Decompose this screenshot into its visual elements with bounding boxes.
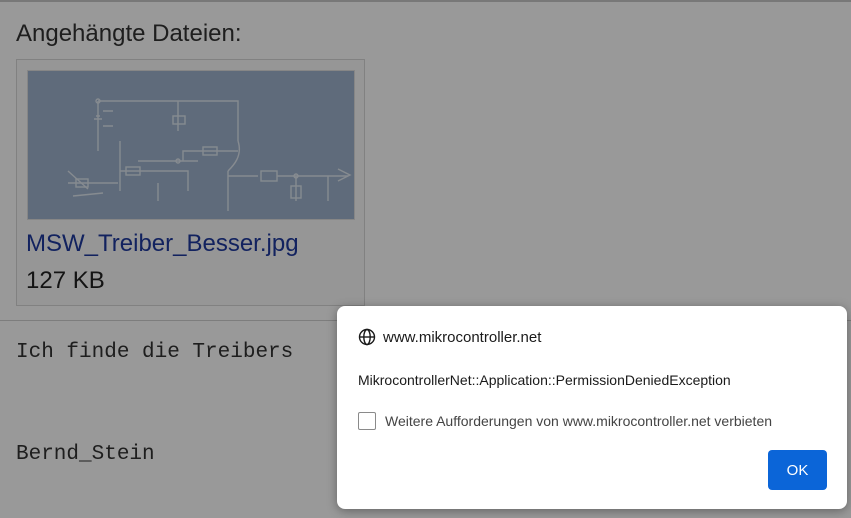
dialog-message: MikrocontrollerNet::Application::Permiss… [358,372,731,388]
dialog-origin-label: www.mikrocontroller.net [383,328,542,346]
permission-dialog: www.mikrocontroller.net MikrocontrollerN… [337,306,847,509]
suppress-dialogs-option[interactable]: Weitere Aufforderungen von www.mikrocont… [358,410,772,432]
suppress-dialogs-checkbox[interactable] [358,412,376,430]
globe-icon [358,328,376,346]
suppress-dialogs-label[interactable]: Weitere Aufforderungen von www.mikrocont… [385,413,772,429]
dialog-origin: www.mikrocontroller.net [358,327,541,347]
ok-button[interactable]: OK [768,450,827,490]
